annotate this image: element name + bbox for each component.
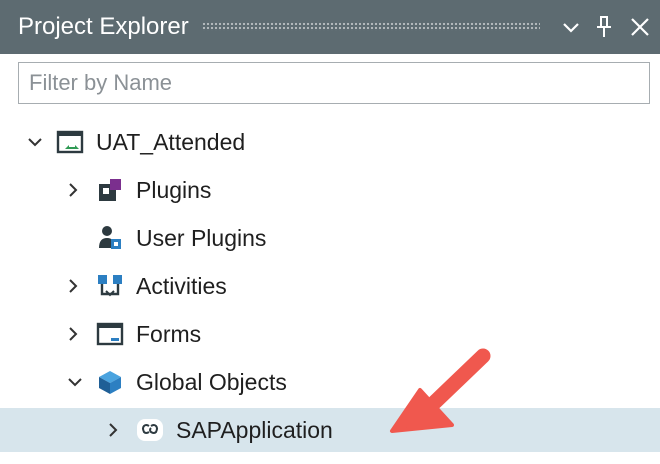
cube-icon bbox=[96, 368, 124, 396]
chevron-down-icon[interactable] bbox=[557, 12, 585, 42]
tree-item-label: UAT_Attended bbox=[96, 129, 246, 155]
plugin-icon bbox=[96, 176, 124, 204]
global-object-link-icon bbox=[136, 416, 164, 444]
activities-icon bbox=[96, 272, 124, 300]
filter-input[interactable] bbox=[18, 62, 650, 104]
form-window-icon bbox=[96, 320, 124, 348]
chevron-right-icon[interactable] bbox=[62, 179, 84, 201]
project-window-icon bbox=[56, 128, 84, 156]
chevron-right-icon[interactable] bbox=[62, 275, 84, 297]
chevron-expanded-icon[interactable] bbox=[24, 131, 46, 153]
tree-item-label: Plugins bbox=[136, 177, 212, 203]
tree-item-label: Forms bbox=[136, 321, 202, 347]
pin-icon[interactable] bbox=[590, 12, 618, 42]
drag-grip[interactable] bbox=[202, 22, 540, 31]
tree-item-label: Activities bbox=[136, 273, 227, 299]
panel-titlebar: Project Explorer bbox=[0, 0, 660, 54]
close-icon[interactable] bbox=[626, 12, 654, 42]
tree-item-activities[interactable]: Activities bbox=[0, 264, 660, 308]
chevron-expanded-icon[interactable] bbox=[64, 371, 86, 393]
tree-item-label: Global Objects bbox=[136, 369, 287, 395]
user-plugins-icon bbox=[96, 224, 124, 252]
tree-item-plugins[interactable]: Plugins bbox=[0, 168, 660, 212]
panel-title: Project Explorer bbox=[18, 13, 189, 40]
tree-item-user-plugins[interactable]: User Plugins bbox=[0, 216, 660, 260]
tree-item-forms[interactable]: Forms bbox=[0, 312, 660, 356]
tree-item-uat-attended[interactable]: UAT_Attended bbox=[0, 120, 660, 164]
tree-item-label: User Plugins bbox=[136, 225, 267, 251]
tree-item-sapapplication[interactable]: SAPApplication bbox=[0, 408, 660, 452]
tree-item-label: SAPApplication bbox=[176, 417, 333, 443]
chevron-right-icon[interactable] bbox=[102, 419, 124, 441]
chevron-right-icon[interactable] bbox=[62, 323, 84, 345]
tree-item-global-objects[interactable]: Global Objects bbox=[0, 360, 660, 404]
